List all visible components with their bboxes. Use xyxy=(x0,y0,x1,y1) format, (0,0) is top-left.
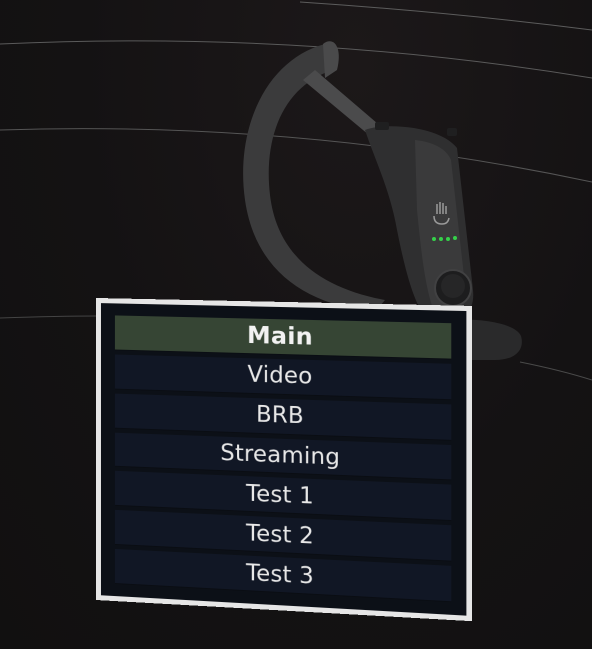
scene-menu-list: Main Video BRB Streaming Test 1 Test 2 T… xyxy=(96,298,472,622)
vr-scene: Main Video BRB Streaming Test 1 Test 2 T… xyxy=(0,0,592,649)
scene-menu-panel: Main Video BRB Streaming Test 1 Test 2 T… xyxy=(96,298,472,622)
menu-item-video[interactable]: Video xyxy=(114,354,452,400)
menu-item-main[interactable]: Main xyxy=(114,315,452,360)
